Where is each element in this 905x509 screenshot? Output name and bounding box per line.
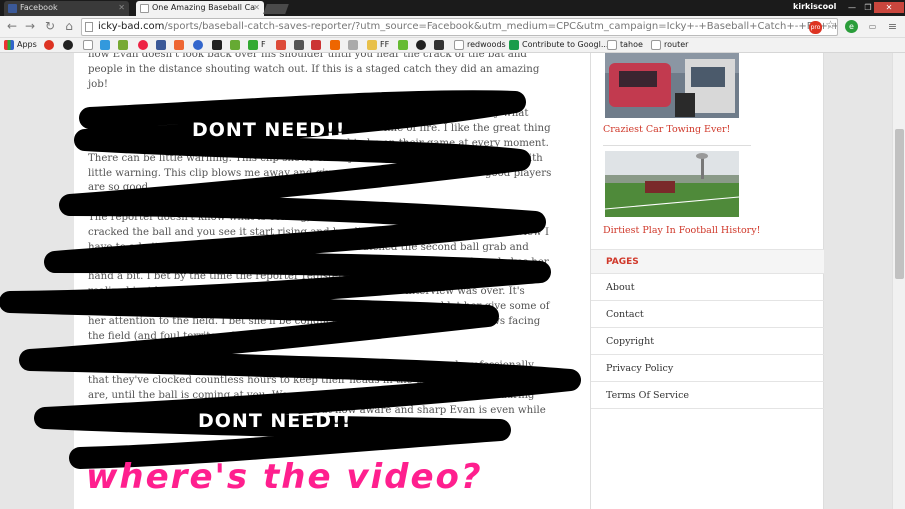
menu-icon[interactable]: ≡ (886, 20, 899, 33)
facebook-icon[interactable] (156, 40, 166, 50)
article-paragraph: Athletes are used to having to react qui… (88, 108, 552, 194)
home-icon[interactable]: ⌂ (61, 18, 77, 34)
bookmark-contribute[interactable]: Contribute to Googl... (522, 40, 608, 50)
apps-bookmark[interactable]: Apps (17, 40, 37, 50)
bookmark-icon[interactable] (348, 40, 358, 50)
article-column: how Evan doesn't look back over his shou… (74, 53, 591, 509)
page-viewport: how Evan doesn't look back over his shou… (0, 53, 905, 509)
scrollbar[interactable] (892, 53, 905, 509)
page-link-terms-of-service[interactable]: Terms Of Service (591, 382, 824, 409)
post-thumbnail[interactable] (605, 151, 739, 217)
bookmark-icon[interactable] (416, 40, 426, 50)
bookmark-redwoods[interactable]: redwoods (467, 40, 506, 50)
tab-title: One Amazing Baseball Ca (152, 3, 256, 12)
profile-name[interactable]: kirkiscool (793, 2, 836, 11)
bookmark-icon[interactable] (193, 40, 203, 50)
mail-icon[interactable] (434, 40, 444, 50)
post-thumbnail[interactable] (605, 53, 739, 118)
page-link-about[interactable]: About (591, 274, 824, 301)
page-link-label: Terms Of Service (606, 390, 690, 401)
bookmark-icon[interactable] (248, 40, 258, 50)
new-tab-button[interactable] (263, 4, 289, 14)
bookmark-icon[interactable] (138, 40, 148, 50)
facebook-icon (8, 4, 17, 13)
page-link-copyright[interactable]: Copyright (591, 328, 824, 355)
page-icon[interactable] (454, 40, 464, 50)
page-icon (85, 22, 93, 32)
article-paragraph: I think this just shows how these player… (88, 360, 546, 431)
bookmark-f[interactable]: F (261, 40, 266, 50)
article-body: how Evan doesn't look back over his shou… (88, 53, 553, 448)
pages-widget-header: PAGES (591, 249, 824, 274)
page-icon[interactable] (607, 40, 617, 50)
bookmark-icon[interactable] (294, 40, 304, 50)
bookmark-tahoe[interactable]: tahoe (620, 40, 643, 50)
pages-title: PAGES (606, 257, 639, 267)
bookmark-icon[interactable] (118, 40, 128, 50)
extension-icon[interactable]: ▭ (866, 20, 879, 33)
page-link-contact[interactable]: Contact (591, 301, 824, 328)
android-icon[interactable] (230, 40, 240, 50)
sidebar: Craziest Car Towing Ever! Dirtiest Play … (591, 53, 824, 509)
sheets-icon[interactable] (509, 40, 519, 50)
close-icon[interactable]: ✕ (253, 1, 260, 15)
page-icon (140, 4, 149, 13)
star-bookmark-icon[interactable]: ☆ (824, 19, 837, 32)
bookmark-icon[interactable] (212, 40, 222, 50)
page-link-label: Privacy Policy (606, 363, 674, 374)
extension-red-icon[interactable]: pro (809, 21, 822, 34)
post-link[interactable]: Dirtiest Play In Football History! (603, 225, 760, 236)
article-paragraph: how Evan doesn't look back over his shou… (88, 53, 540, 90)
close-icon[interactable]: ✕ (118, 1, 125, 15)
twitter-icon[interactable] (100, 40, 110, 50)
google-plus-icon[interactable] (276, 40, 286, 50)
reload-icon[interactable]: ↻ (42, 18, 58, 34)
article-paragraph: The reporter doesn't know what is coming… (88, 212, 550, 342)
tab-title: Facebook (20, 3, 58, 12)
bookmark-ff[interactable]: FF (380, 40, 389, 50)
folder-icon[interactable] (367, 40, 377, 50)
window-close-icon[interactable]: ✕ (874, 2, 904, 13)
bookmark-icon[interactable] (330, 40, 340, 50)
apps-icon[interactable] (4, 40, 14, 50)
bookmark-icon[interactable] (44, 40, 54, 50)
forward-icon[interactable]: → (22, 18, 38, 34)
scrollbar-thumb[interactable] (895, 129, 904, 279)
evernote-icon[interactable]: e (845, 20, 858, 33)
page-link-label: About (606, 282, 635, 293)
page-icon[interactable] (651, 40, 661, 50)
divider (603, 145, 751, 146)
page-link-privacy-policy[interactable]: Privacy Policy (591, 355, 824, 382)
url-domain: icky-bad.com (98, 21, 165, 32)
blogger-icon[interactable] (174, 40, 184, 50)
back-icon[interactable]: ← (4, 18, 20, 34)
bookmarks-bar: Apps F FF redwoods Contribute to Googl..… (0, 38, 905, 53)
page-link-label: Copyright (606, 336, 655, 347)
post-link[interactable]: Craziest Car Towing Ever! (603, 124, 730, 135)
browser-toolbar: ← → ↻ ⌂ icky-bad.com/sports/baseball-cat… (0, 16, 905, 38)
tab-facebook[interactable]: Facebook ✕ (4, 1, 129, 16)
bookmark-icon[interactable] (83, 40, 93, 50)
tab-strip: Facebook ✕ One Amazing Baseball Ca ✕ kir… (0, 0, 905, 16)
leaf-icon[interactable] (398, 40, 408, 50)
bookmark-router[interactable]: router (664, 40, 688, 50)
bookmark-icon[interactable] (63, 40, 73, 50)
url-path: /sports/baseball-catch-saves-reporter/?u… (164, 21, 838, 32)
page-link-label: Contact (606, 309, 644, 320)
tab-article[interactable]: One Amazing Baseball Ca ✕ (136, 1, 264, 16)
bookmark-icon[interactable] (311, 40, 321, 50)
address-bar[interactable]: icky-bad.com/sports/baseball-catch-saves… (81, 18, 838, 36)
